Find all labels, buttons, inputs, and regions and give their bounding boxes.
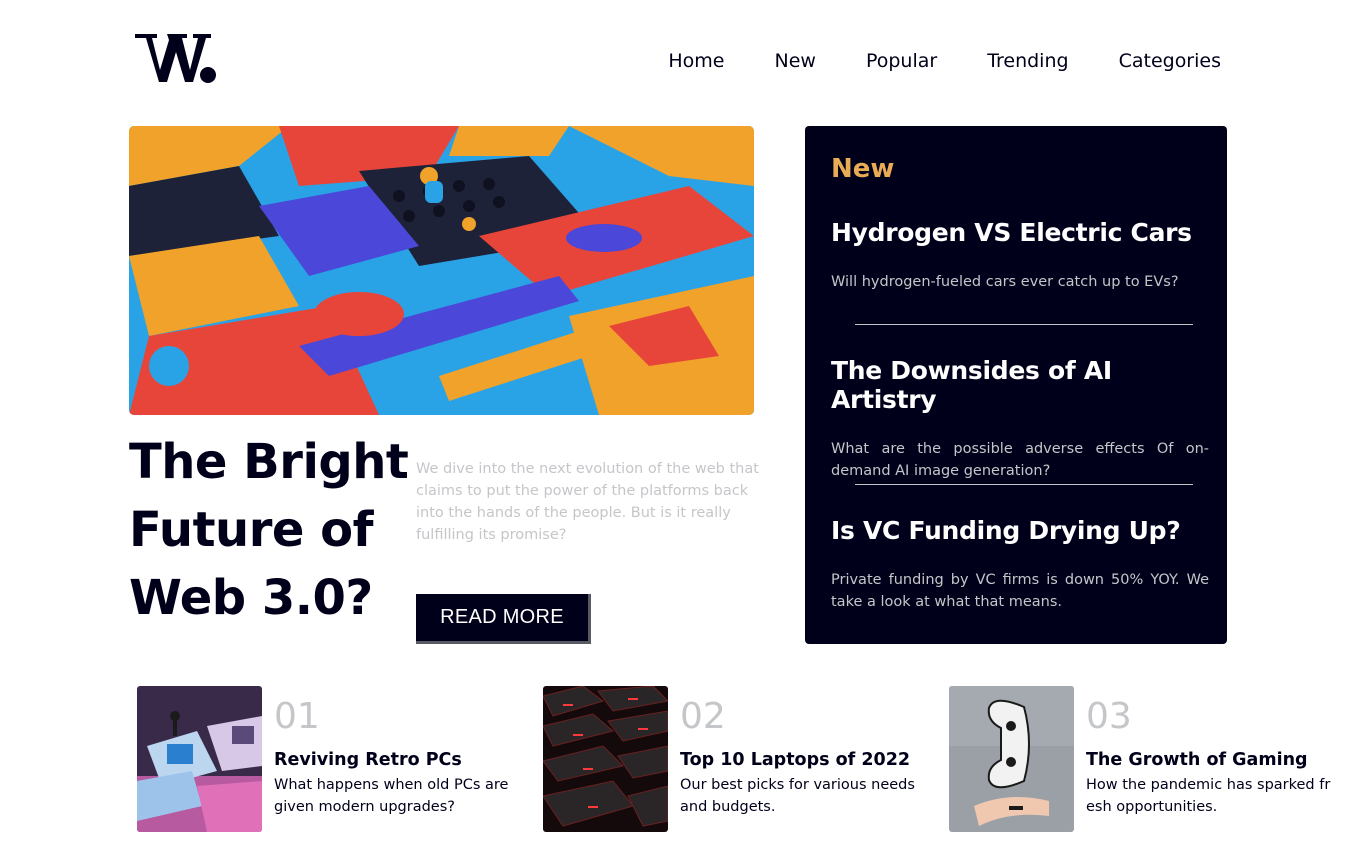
new-item[interactable]: Hydrogen VS Electric Cars Will hydrogen-… (831, 218, 1209, 293)
new-item-summary: What are the possible adverse effects Of… (831, 441, 1209, 479)
new-item[interactable]: The Downsides of AI Artistry What are th… (831, 356, 1209, 482)
new-item-summary: Will hydrogen-fueled cars ever catch up … (831, 274, 1179, 290)
article-number: 02 (680, 696, 726, 737)
nav-categories[interactable]: Categories (1119, 50, 1221, 72)
article-title[interactable]: The Growth of Gaming (1086, 750, 1308, 770)
nav-popular[interactable]: Popular (866, 50, 937, 72)
article-card[interactable]: 01 Reviving Retro PCs What happens when … (137, 686, 537, 832)
new-item-summary: Private funding by VC firms is down 50% … (831, 572, 1209, 610)
new-item-title[interactable]: Hydrogen VS Electric Cars (831, 218, 1209, 247)
new-item[interactable]: Is VC Funding Drying Up? Private funding… (831, 516, 1209, 613)
retro-pc-thumbnail[interactable] (137, 686, 262, 832)
divider (855, 484, 1193, 485)
new-panel: New Hydrogen VS Electric Cars Will hydro… (805, 126, 1227, 644)
main-nav: Home New Popular Trending Categories (668, 50, 1221, 72)
nav-home[interactable]: Home (668, 50, 724, 72)
article-summary: How the pandemic has sparked fr esh oppo… (1086, 777, 1331, 815)
article-title[interactable]: Reviving Retro PCs (274, 750, 462, 770)
article-card[interactable]: 02 Top 10 Laptops of 2022 Our best picks… (543, 686, 943, 832)
new-panel-heading: New (831, 154, 895, 184)
new-item-title[interactable]: Is VC Funding Drying Up? (831, 516, 1209, 545)
article-title[interactable]: Top 10 Laptops of 2022 (680, 750, 910, 770)
divider (855, 324, 1193, 325)
article-card[interactable]: 03 The Growth of Gaming How the pandemic… (949, 686, 1349, 832)
hero-description: We dive into the next evolution of the w… (416, 461, 759, 543)
hero-title[interactable]: The Bright Future of Web 3.0? (129, 428, 409, 632)
read-more-button[interactable]: READ MORE (416, 594, 591, 644)
gaming-controller-thumbnail[interactable] (949, 686, 1074, 832)
nav-trending[interactable]: Trending (987, 50, 1068, 72)
article-summary: What happens when old PCs are given mode… (274, 777, 509, 815)
keyboard-thumbnail[interactable] (543, 686, 668, 832)
nav-new[interactable]: New (774, 50, 815, 72)
new-item-title[interactable]: The Downsides of AI Artistry (831, 356, 1209, 414)
article-summary: Our best picks for various needs and bud… (680, 777, 915, 815)
article-number: 03 (1086, 696, 1132, 737)
brand-logo[interactable] (135, 30, 219, 86)
hero-image (129, 126, 754, 415)
article-number: 01 (274, 696, 320, 737)
